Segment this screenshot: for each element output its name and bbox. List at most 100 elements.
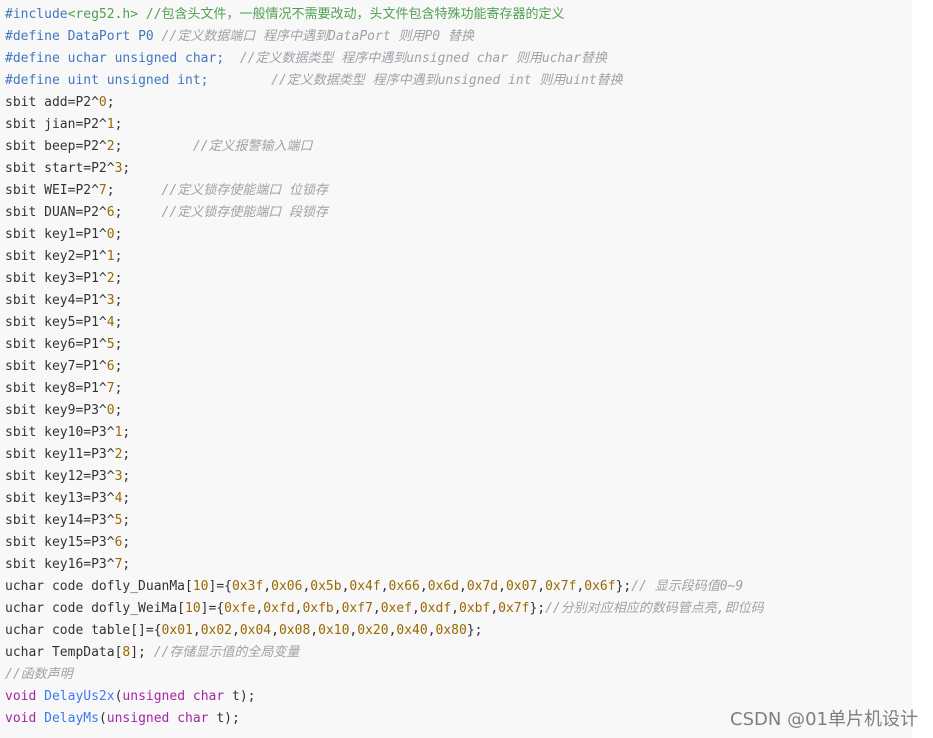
code-token: 10 [192,579,209,594]
code-token: #define [5,73,60,88]
code-token: DataPort P0 [59,29,162,44]
code-token: unsigned char [122,689,225,704]
code-token: ; [114,403,123,418]
code-token: sbit key8=P1^ [5,381,107,396]
code-line: sbit key16=P3^7; [5,554,764,576]
code-token: ; [106,95,115,110]
code-line: void DelayMs(unsigned char t); [5,708,764,730]
code-line: sbit key1=P1^0; [5,224,764,246]
code-token: 0x20 [357,623,389,638]
code-line: uchar code table[]={0x01,0x02,0x04,0x08,… [5,620,764,642]
code-token: 0xfd [263,601,295,616]
code-line: #include<reg52.h> //包含头文件，一般情况不需要改动，头文件包… [5,4,764,26]
code-token: 0x10 [318,623,350,638]
code-token: uchar code table[]={ [5,623,162,638]
code-token: uchar code dofly_WeiMa[ [5,601,186,616]
code-token: 1 [106,249,115,264]
code-token: //定义报警输入端口 [122,139,313,154]
code-line: sbit key3=P1^2; [5,268,764,290]
code-token: sbit key5=P1^ [5,315,107,330]
code-line: sbit key12=P3^3; [5,466,764,488]
code-token: ; [122,491,131,506]
code-token: #include [5,7,68,22]
code-token: //分别对应相应的数码管点亮,即位码 [545,601,764,616]
code-token: , [498,579,506,594]
code-token: 7 [98,183,107,198]
code-token: void [5,689,37,704]
code-token: sbit key9=P3^ [5,403,107,418]
code-token: , [537,579,546,594]
code-token: 7 [106,381,115,396]
code-line: sbit start=P2^3; [5,158,764,180]
code-token: //定义数据端口 程序中遇到DataPort 则用P0 替换 [161,29,474,44]
code-line: uchar code dofly_WeiMa[10]={0xfe,0xfd,0x… [5,598,764,620]
code-token: 0x3f [231,579,264,594]
code-token: sbit start=P2^ [5,161,115,176]
code-token: sbit key6=P1^ [5,337,107,352]
code-line: //函数声明 [5,664,764,686]
code-line: void DelayUs2x(unsigned char t); [5,686,764,708]
code-token: sbit key14=P3^ [5,513,115,528]
code-token: 0x7d [466,579,499,594]
code-token: 5 [106,337,115,352]
code-token: 1 [106,117,115,132]
code-token: ( [98,711,107,726]
code-line: sbit key14=P3^5; [5,510,764,532]
code-token: , [192,623,201,638]
code-token: 0 [106,227,115,242]
code-token: sbit key12=P3^ [5,469,115,484]
code-token: sbit beep=P2^ [5,139,107,154]
code-token: 0x66 [388,579,420,594]
code-line: sbit key6=P1^5; [5,334,764,356]
code-token: ; [122,425,131,440]
code-line: #define uint unsigned int; //定义数据类型 程序中遇… [5,70,764,92]
code-token: DelayMs [44,711,99,726]
code-line: #define DataPort P0 //定义数据端口 程序中遇到DataPo… [5,26,764,48]
code-token: ; [114,293,123,308]
code-token: ]; [130,645,154,660]
code-token: }; [466,623,483,638]
code-token: , [419,579,428,594]
code-token: //定义锁存使能端口 位锁存 [114,183,329,198]
code-token: sbit key4=P1^ [5,293,107,308]
code-line: sbit key5=P1^4; [5,312,764,334]
code-token: uint unsigned int; [59,73,209,88]
code-token: , [490,601,499,616]
code-line: sbit key4=P1^3; [5,290,764,312]
code-token: sbit key15=P3^ [5,535,115,550]
code-token: ; [122,513,131,528]
code-token: 0xdf [419,601,452,616]
code-token: 0x7f [498,601,530,616]
code-token: //定义数据类型 程序中遇到unsigned int 则用uint替换 [208,73,623,88]
code-token: 0x5b [310,579,342,594]
code-token: ; [114,117,123,132]
code-token: , [412,601,420,616]
code-token: ; [122,447,131,462]
code-token: 0x08 [278,623,311,638]
code-token: ; [114,315,123,330]
code-token: unsigned char [106,711,209,726]
code-content[interactable]: #include<reg52.h> //包含头文件，一般情况不需要改动，头文件包… [5,4,764,730]
code-token: ; [106,183,115,198]
code-block: #include<reg52.h> //包含头文件，一般情况不需要改动，头文件包… [0,0,912,738]
code-token: t); [208,711,240,726]
code-token: 0xf7 [341,601,373,616]
code-token: sbit key13=P3^ [5,491,115,506]
code-token: ; [114,271,123,286]
code-token: , [380,579,389,594]
code-token: uchar code dofly_DuanMa[ [5,579,193,594]
code-token: , [232,623,240,638]
code-token: uchar unsigned char; [59,51,225,66]
code-token: 0 [106,403,115,418]
code-token: , [271,623,279,638]
code-token: 2 [106,271,115,286]
code-token: #define [5,51,60,66]
code-token: , [451,601,459,616]
code-token: //包含头文件，一般情况不需要改动，头文件包含特殊功能寄存器的定义 [138,7,565,22]
code-line: #define uchar unsigned char; //定义数据类型 程序… [5,48,764,70]
code-token: sbit key16=P3^ [5,557,115,572]
code-token: ]={ [208,579,232,594]
code-token: 0x80 [435,623,467,638]
code-token: //存储显示值的全局变量 [153,645,300,660]
